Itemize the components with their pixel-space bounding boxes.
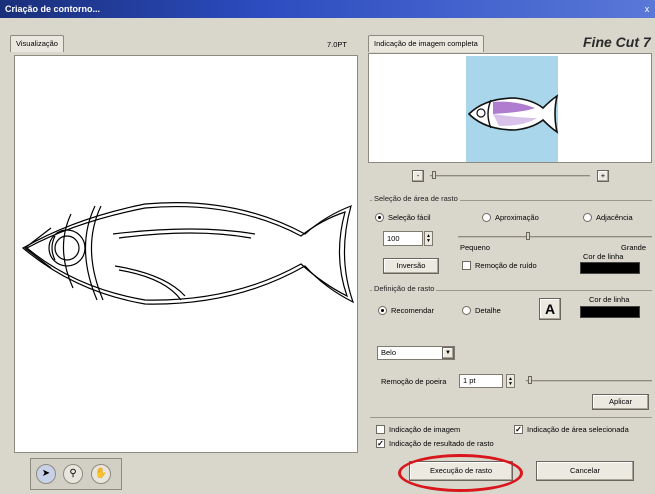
slider-min-label: Pequeno <box>460 243 491 252</box>
slider-max-label: Grande <box>621 243 647 252</box>
outline-font-icon[interactable]: A <box>539 298 561 320</box>
tab-visualizacao[interactable]: Visualização <box>10 35 64 52</box>
dust-removal-field[interactable]: 1 pt <box>459 374 503 388</box>
radio-aproximacao[interactable] <box>482 213 491 222</box>
noise-removal-label: Remoção de ruído <box>475 261 537 270</box>
inversion-button[interactable]: Inversão <box>383 258 439 274</box>
full-image-preview[interactable] <box>368 53 652 163</box>
definition-group-title: Definição de rasto <box>372 284 437 293</box>
close-icon[interactable]: x <box>641 3 653 15</box>
radio-adjacencia[interactable] <box>583 213 592 222</box>
red-highlight-ellipse <box>398 454 523 492</box>
selection-line-color-swatch[interactable] <box>580 262 640 274</box>
radio-recomendar[interactable] <box>378 306 387 315</box>
zoom-in-button[interactable]: + <box>597 170 609 182</box>
quality-select-value: Belo <box>381 348 397 357</box>
checkbox-indicacao-area[interactable]: ✓ <box>514 425 523 434</box>
selection-value-spinner[interactable]: ▲ ▼ <box>424 231 433 246</box>
label-detalhe: Detalhe <box>475 306 501 315</box>
dust-removal-label: Remoção de poeira <box>381 377 447 386</box>
fine-cut-logo: Fine Cut 7 <box>583 34 651 50</box>
checkbox-indicacao-imagem[interactable] <box>376 425 385 434</box>
zoom-slider-track[interactable] <box>430 175 590 177</box>
radio-detalhe[interactable] <box>462 306 471 315</box>
dust-removal-slider-track[interactable] <box>526 380 652 382</box>
definition-line-color-label: Cor de linha <box>589 295 630 304</box>
cancel-button[interactable]: Cancelar <box>536 461 634 481</box>
label-aproximacao: Aproximação <box>495 213 539 222</box>
label-selecao-facil: Seleção fácil <box>388 213 431 222</box>
selection-line-color-label: Cor de linha <box>583 252 624 261</box>
label-indicacao-imagem: Indicação de imagem <box>389 425 461 434</box>
label-recomendar: Recomendar <box>391 306 434 315</box>
dust-removal-spinner[interactable]: ▲ ▼ <box>506 374 515 388</box>
label-indicacao-resultado: Indicação de resultado de rasto <box>389 439 494 448</box>
line-thickness-label: 7.0PT <box>327 40 348 49</box>
pointer-tool-icon[interactable]: ➤ <box>36 464 56 484</box>
display-options-border <box>370 417 652 418</box>
label-indicacao-area: Indicação de área selecionada <box>527 425 629 434</box>
fish-outline-drawing <box>21 202 355 305</box>
selection-slider-track[interactable] <box>458 236 652 238</box>
noise-removal-checkbox[interactable] <box>462 261 471 270</box>
selection-slider-thumb[interactable] <box>526 232 530 240</box>
dust-removal-slider-thumb[interactable] <box>528 376 532 384</box>
checkbox-indicacao-resultado[interactable]: ✓ <box>376 439 385 448</box>
zoom-slider-thumb[interactable] <box>432 171 436 179</box>
label-adjacencia: Adjacência <box>596 213 633 222</box>
selection-value-field[interactable]: 100 <box>383 231 423 246</box>
hand-icon[interactable]: ✋ <box>91 464 111 484</box>
visualization-canvas[interactable] <box>14 55 358 453</box>
selection-group-title: Seleção de área de rasto <box>372 194 460 203</box>
fish-preview-icon <box>467 94 559 134</box>
apply-button[interactable]: Aplicar <box>592 394 649 410</box>
zoom-out-button[interactable]: - <box>412 170 424 182</box>
definition-line-color-swatch[interactable] <box>580 306 640 318</box>
window-titlebar: Criação de contorno... <box>0 0 655 18</box>
chevron-down-icon[interactable]: ▼ <box>442 347 454 359</box>
tab-indicacao-imagem[interactable]: Indicação de imagem completa <box>368 35 484 52</box>
magnifier-icon[interactable]: ⚲ <box>63 464 83 484</box>
window-title: Criação de contorno... <box>5 4 101 14</box>
radio-selecao-facil[interactable] <box>375 213 384 222</box>
